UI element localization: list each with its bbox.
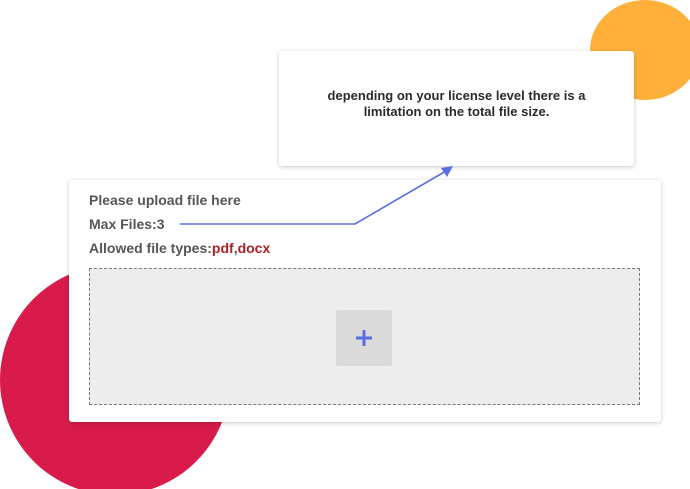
arrowhead-icon [441,166,453,177]
file-type-docx: docx [237,240,271,256]
allowed-file-types-label: Allowed file types: [89,240,212,256]
file-drop-zone[interactable] [89,268,640,405]
file-type-pdf: pdf [211,240,234,256]
allowed-file-types-info: Allowed file types:pdf,docx [89,240,270,256]
add-file-button[interactable] [336,310,392,366]
plus-icon [356,330,372,346]
max-files-value: 3 [156,216,165,232]
page: Please upload file here Max Files:3 Allo… [0,0,690,489]
upload-prompt: Please upload file here [89,192,241,208]
max-files-info: Max Files:3 [89,216,165,232]
max-files-label: Max Files: [89,216,157,232]
license-limit-tooltip: depending on your license level there is… [279,51,634,166]
upload-card: Please upload file here Max Files:3 Allo… [69,180,661,422]
tooltip-text: depending on your license level there is… [327,87,586,119]
